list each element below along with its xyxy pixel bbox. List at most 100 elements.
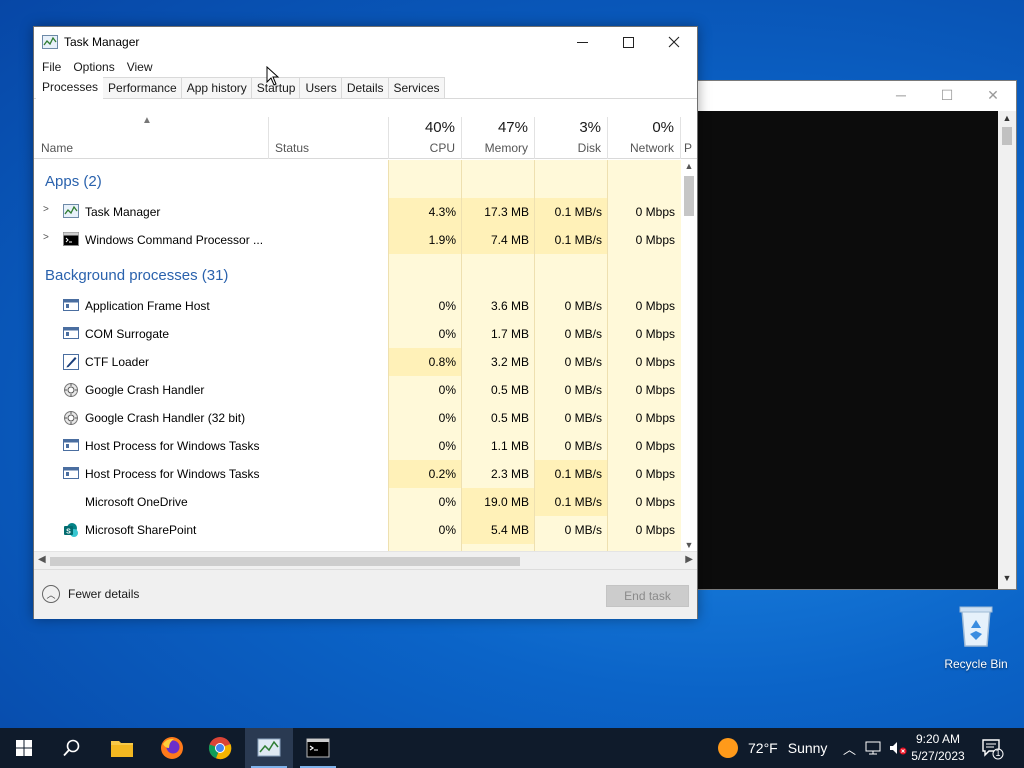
table-row[interactable]: > Windows Command Processor ... 1.9% 7.4…: [34, 226, 681, 254]
column-memory[interactable]: 47% Memory: [461, 117, 534, 159]
menu-view[interactable]: View: [121, 60, 159, 74]
table-row[interactable]: Google Crash Handler (32 bit) 0% 0.5 MB …: [34, 404, 681, 432]
tab-details[interactable]: Details: [340, 77, 389, 98]
vertical-scrollbar[interactable]: ▲ ▼: [681, 160, 697, 551]
process-memory: 3.2 MB: [490, 355, 529, 369]
process-disk: 0.1 MB/s: [554, 495, 602, 509]
cmd-scroll-thumb[interactable]: [1002, 127, 1012, 145]
process-network: 0 Mbps: [635, 355, 675, 369]
crash-handler-icon: [63, 410, 79, 426]
column-cpu[interactable]: 40% CPU: [388, 117, 461, 159]
table-row[interactable]: CTF Loader 0.8% 3.2 MB 0 MB/s 0 Mbps: [34, 348, 681, 376]
table-row[interactable]: Google Crash Handler 0% 0.5 MB 0 MB/s 0 …: [34, 376, 681, 404]
process-network: 0 Mbps: [635, 439, 675, 453]
minimize-button[interactable]: [559, 27, 605, 57]
scroll-left-icon[interactable]: ◀: [38, 554, 46, 565]
start-button[interactable]: [0, 728, 48, 768]
weather-widget[interactable]: 72°F Sunny: [718, 728, 827, 768]
cmd-scroll-down-icon[interactable]: ▼: [998, 573, 1016, 587]
menu-options[interactable]: Options: [67, 60, 120, 74]
column-status[interactable]: Status: [268, 117, 388, 159]
tab-processes[interactable]: Processes: [36, 76, 104, 99]
table-row[interactable]: Microsoft OneDrive 0% 19.0 MB 0.1 MB/s 0…: [34, 488, 681, 516]
sun-icon: [718, 738, 738, 758]
tab-services[interactable]: Services: [387, 77, 445, 98]
process-network: 0 Mbps: [635, 233, 675, 247]
process-disk: 0.1 MB/s: [554, 467, 602, 481]
tab-performance[interactable]: Performance: [102, 77, 182, 98]
process-disk: 0 MB/s: [564, 439, 602, 453]
process-cpu: 0%: [438, 439, 456, 453]
process-cpu: 0%: [438, 523, 456, 537]
table-row[interactable]: Host Process for Windows Tasks 0.2% 2.3 …: [34, 460, 681, 488]
cmd-scrollbar[interactable]: ▲ ▼: [998, 111, 1016, 589]
vertical-scroll-thumb[interactable]: [684, 176, 694, 216]
process-cpu: 0%: [438, 495, 456, 509]
cmd-minimize-button[interactable]: ─: [878, 81, 924, 109]
process-name: Microsoft OneDrive: [85, 495, 188, 509]
file-explorer-button[interactable]: [98, 728, 146, 768]
table-row[interactable]: Application Frame Host 0% 3.6 MB 0 MB/s …: [34, 292, 681, 320]
disk-total: 3%: [579, 119, 601, 136]
search-button[interactable]: [48, 728, 96, 768]
process-cpu: 4.3%: [428, 205, 456, 219]
cmd-scroll-up-icon[interactable]: ▲: [998, 113, 1016, 127]
table-row[interactable]: S Microsoft SharePoint 0% 5.4 MB 0 MB/s …: [34, 516, 681, 544]
cmd-maximize-button[interactable]: ☐: [924, 81, 970, 109]
column-power[interactable]: P: [680, 117, 697, 159]
command-prompt-window[interactable]: ─ ☐ ✕ ▲ ▼: [697, 80, 1017, 590]
task-manager-window[interactable]: Task Manager File Options View Processes…: [33, 26, 698, 619]
maximize-button[interactable]: [605, 27, 651, 57]
chrome-button[interactable]: [196, 728, 244, 768]
taskbar-task-manager[interactable]: [245, 728, 293, 768]
volume-muted-icon[interactable]: [889, 741, 907, 755]
firefox-button[interactable]: [148, 728, 196, 768]
scroll-up-icon[interactable]: ▲: [681, 161, 697, 171]
process-network: 0 Mbps: [635, 327, 675, 341]
clock[interactable]: 9:20 AM 5/27/2023: [906, 731, 970, 765]
group-apps[interactable]: Apps (2): [45, 173, 102, 190]
menu-file[interactable]: File: [36, 60, 67, 74]
process-cpu: 0.8%: [428, 355, 456, 369]
horizontal-scroll-thumb[interactable]: [50, 557, 520, 566]
recycle-bin[interactable]: Recycle Bin: [940, 600, 1012, 671]
cmd-console[interactable]: [698, 111, 998, 589]
sharepoint-icon: S: [63, 522, 79, 538]
process-name: Host Process for Windows Tasks: [85, 467, 260, 481]
scroll-down-icon[interactable]: ▼: [681, 540, 697, 550]
process-cpu: 1.9%: [428, 233, 456, 247]
end-task-button[interactable]: End task: [606, 585, 689, 607]
window-icon: [63, 438, 79, 454]
column-network[interactable]: 0% Network: [607, 117, 680, 159]
close-button[interactable]: [651, 27, 697, 57]
process-network: 0 Mbps: [635, 411, 675, 425]
fewer-details-button[interactable]: ︿ Fewer details: [42, 585, 139, 603]
column-disk[interactable]: 3% Disk: [534, 117, 607, 159]
cmd-close-button[interactable]: ✕: [970, 81, 1016, 109]
chevron-right-icon[interactable]: >: [43, 232, 49, 243]
table-row[interactable]: COM Surrogate 0% 1.7 MB 0 MB/s 0 Mbps: [34, 320, 681, 348]
windows-logo-icon: [16, 740, 32, 756]
cmd-titlebar[interactable]: ─ ☐ ✕: [698, 81, 1016, 111]
titlebar[interactable]: Task Manager: [34, 27, 697, 57]
horizontal-scrollbar[interactable]: ◀ ▶: [34, 551, 697, 569]
svg-text:S: S: [66, 529, 71, 536]
scroll-right-icon[interactable]: ▶: [685, 554, 693, 565]
tab-users[interactable]: Users: [299, 77, 342, 98]
fewer-details-label: Fewer details: [68, 587, 140, 601]
tab-app-history[interactable]: App history: [180, 77, 252, 98]
chevron-right-icon[interactable]: >: [43, 204, 49, 215]
table-row[interactable]: > Task Manager 4.3% 17.3 MB 0.1 MB/s 0 M…: [34, 198, 681, 226]
process-memory: 0.5 MB: [490, 411, 529, 425]
show-hidden-icons-chevron-icon[interactable]: ︿: [843, 739, 856, 758]
process-list: Apps (2) > Task Manager 4.3% 17.3 MB 0.1…: [34, 160, 681, 551]
table-row[interactable]: Host Process for Windows Tasks 0% 1.1 MB…: [34, 432, 681, 460]
network-icon[interactable]: [865, 741, 881, 755]
group-background[interactable]: Background processes (31): [45, 267, 228, 284]
process-name: Google Crash Handler (32 bit): [85, 411, 246, 425]
search-icon: [63, 739, 80, 757]
taskbar-command-prompt[interactable]: [294, 728, 342, 768]
process-network: 0 Mbps: [635, 467, 675, 481]
sort-ascending-icon: ▲: [142, 115, 152, 126]
notification-center-button[interactable]: 1: [980, 736, 1004, 760]
